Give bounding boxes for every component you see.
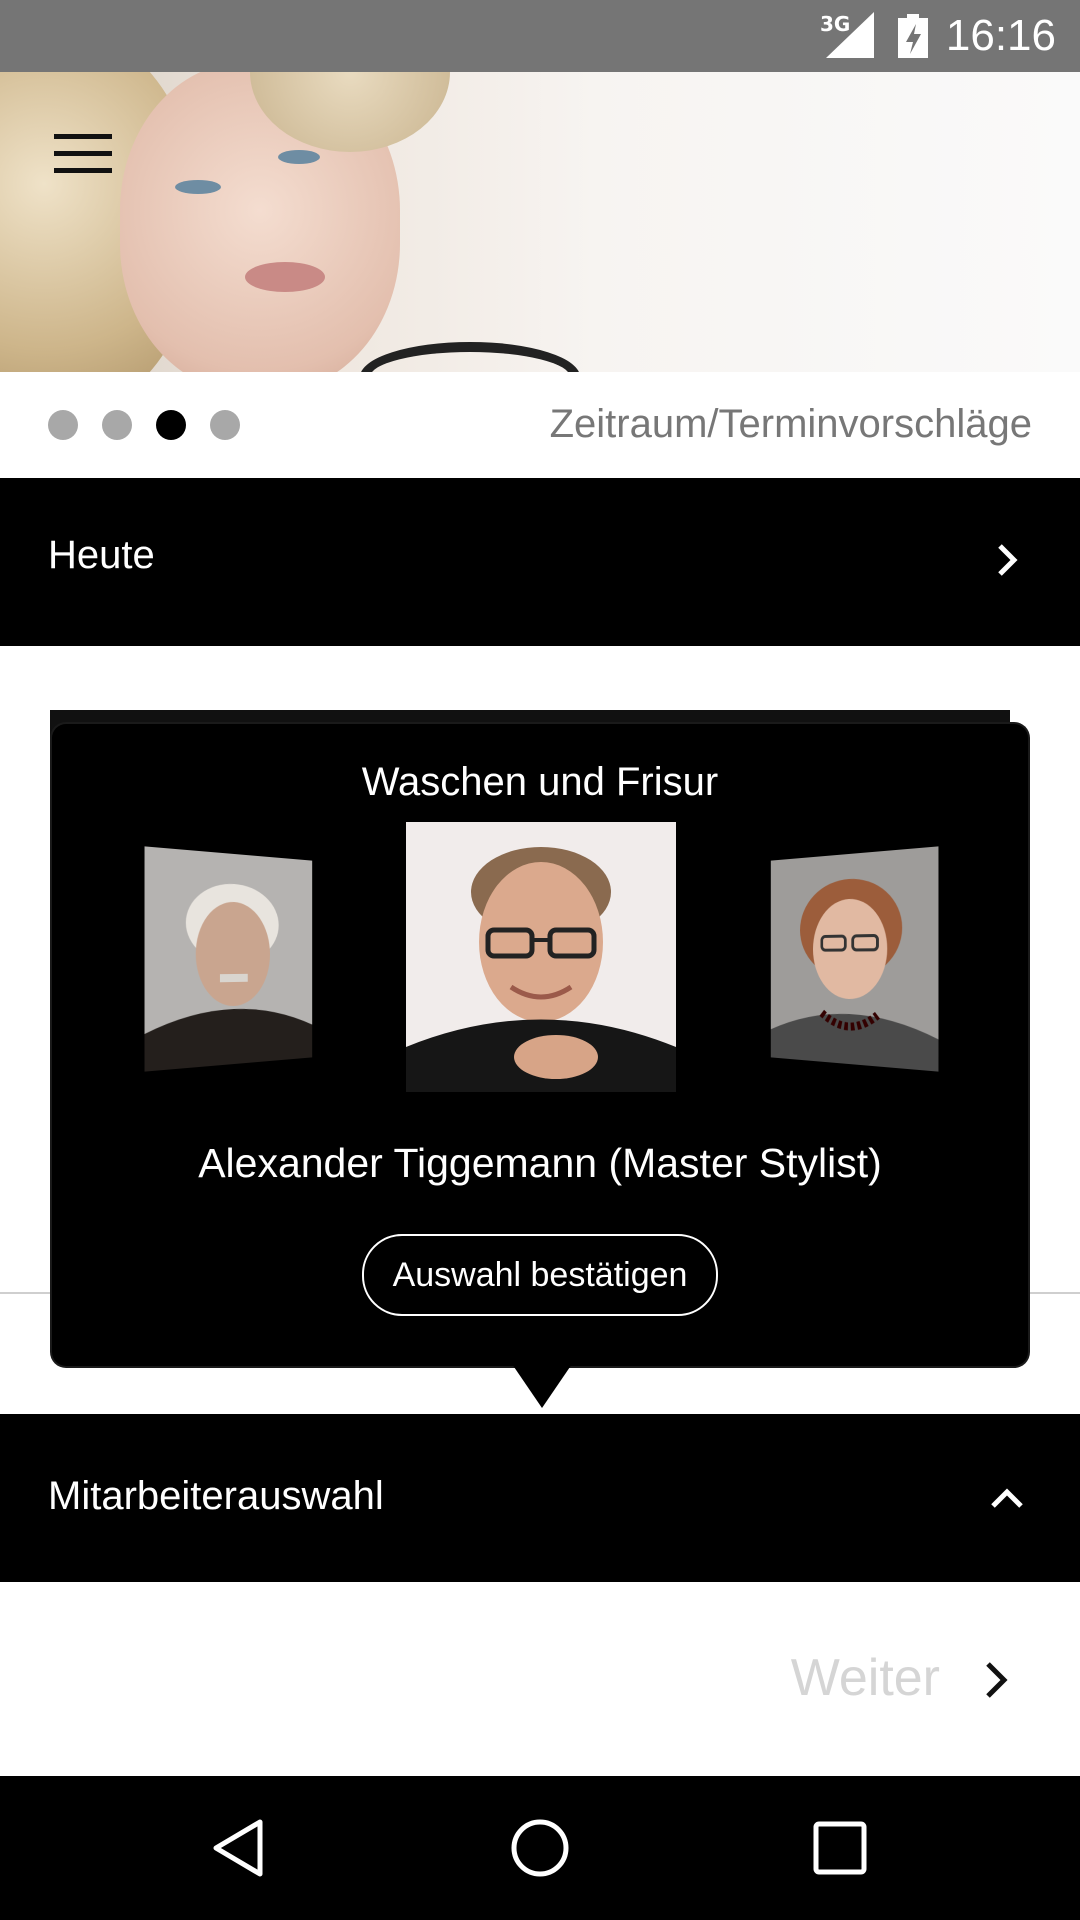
stylist-photo-selected[interactable] [406,822,676,1092]
popup-title: Waschen und Frisur [361,760,719,804]
system-nav-bar [0,1776,1080,1920]
recents-icon[interactable] [808,1816,872,1880]
step-dot-active [156,410,186,440]
popup-pointer [512,1364,572,1408]
stylist-photo-right[interactable] [770,846,939,1072]
selected-stylist-name: Alexander Tiggemann (Master Stylist) [198,1140,882,1186]
hero-image [0,72,1080,372]
home-icon[interactable] [508,1816,572,1880]
battery-charging-icon [898,14,928,58]
step-dot [210,410,240,440]
clock: 16:16 [945,11,1056,60]
hamburger-menu-icon[interactable] [54,134,112,174]
section-mitarbeiterauswahl-label: Mitarbeiterauswahl [48,1474,384,1518]
section-heute-label: Heute [48,533,155,577]
step-dot [102,410,132,440]
section-heute[interactable]: Heute [0,478,1080,646]
step-dot [48,410,78,440]
stylist-photo-left[interactable] [144,846,313,1072]
status-bar: 3G 16:16 [0,0,1080,72]
next-button-label[interactable]: Weiter [791,1648,940,1708]
stylist-picker-popup: Waschen und Frisur Alexander Tiggemann (… [52,724,1028,1366]
chevron-up-icon [991,1488,1023,1508]
back-icon[interactable] [208,1816,272,1880]
section-mitarbeiterauswahl[interactable]: Mitarbeiterauswahl [0,1414,1080,1582]
step-title: Zeitraum/Terminvorschläge [549,402,1032,446]
signal-icon [826,12,874,58]
chevron-right-icon[interactable] [980,1660,1014,1700]
chevron-right-icon [998,544,1018,576]
confirm-selection-button[interactable]: Auswahl bestätigen [362,1234,718,1316]
